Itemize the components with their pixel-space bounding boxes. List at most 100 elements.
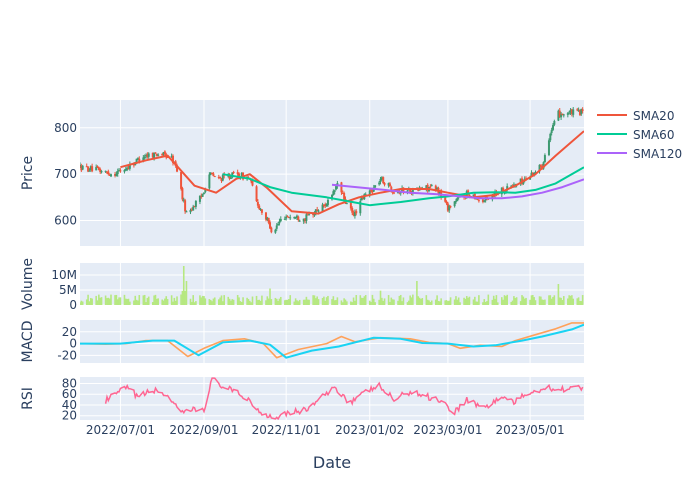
volume-bar: [562, 296, 565, 305]
candle-body: [297, 216, 300, 221]
candle-body: [157, 154, 160, 156]
candle-body: [449, 206, 452, 208]
macd-y-tick-label: 20: [62, 325, 77, 339]
price-axis-title: Price: [20, 156, 36, 190]
legend-label-sma60[interactable]: SMA60: [633, 128, 674, 142]
candle-body: [185, 211, 188, 213]
candle-body: [456, 198, 459, 202]
candle-body: [572, 109, 575, 115]
candle-body: [229, 177, 232, 179]
volume-bar: [515, 297, 518, 305]
volume-bar: [119, 297, 122, 305]
candle-body: [208, 174, 211, 189]
candle-body: [219, 176, 222, 178]
volume-bar: [166, 299, 169, 305]
candle-body: [345, 203, 348, 205]
candle-body: [351, 207, 354, 213]
volume-bar: [449, 297, 452, 305]
x-axis-title: Date: [313, 453, 351, 472]
volume-bar: [157, 298, 159, 305]
volume-bar: [544, 299, 546, 305]
candle-body: [109, 174, 112, 177]
legend-label-sma20[interactable]: SMA20: [633, 109, 674, 123]
candle-body: [115, 173, 118, 176]
candle-body: [378, 182, 381, 185]
candle-body: [116, 171, 119, 175]
volume-bar: [81, 301, 84, 305]
candle-body: [163, 151, 166, 155]
candle-body: [184, 200, 187, 212]
candle-body: [91, 166, 94, 172]
volume-bar: [412, 294, 414, 305]
legend-label-sma120[interactable]: SMA120: [633, 147, 682, 161]
legend[interactable]: SMA20 SMA60 SMA120: [597, 109, 682, 161]
volume-y-tick-label: 10M: [51, 268, 77, 282]
volume-bar: [355, 295, 358, 305]
volume-bar: [251, 296, 254, 305]
candle-body: [194, 200, 197, 207]
volume-bar: [270, 299, 273, 305]
volume-bar: [364, 295, 367, 305]
candle-body: [180, 172, 183, 189]
candle-body: [143, 156, 146, 158]
x-tick-label: 2023/01/02: [335, 423, 404, 437]
candle-body: [430, 185, 433, 187]
volume-bar: [129, 301, 131, 305]
volume-bar: [553, 295, 556, 305]
volume-bar: [478, 295, 480, 305]
volume-bar: [581, 295, 584, 305]
candle-body: [147, 153, 150, 157]
volume-bar: [204, 298, 207, 305]
candle-body: [213, 176, 216, 178]
candle-body: [308, 214, 311, 216]
price-y-tick-label: 600: [54, 214, 77, 228]
candle-body: [119, 170, 122, 172]
volume-bar: [176, 296, 178, 305]
volume-y-tick-label: 5M: [59, 283, 77, 297]
volume-y-tick-label: 0: [69, 298, 77, 312]
volume-bar: [440, 298, 442, 305]
x-tick-label: 2023/05/01: [496, 423, 565, 437]
candle-body: [560, 114, 563, 118]
volume-bar: [327, 295, 329, 305]
candle-body: [275, 225, 278, 229]
candle-body: [349, 202, 352, 209]
volume-bar: [289, 295, 292, 305]
volume-bar: [185, 281, 188, 305]
candle-body: [392, 192, 395, 194]
volume-bar: [308, 299, 310, 305]
candle-body: [256, 201, 259, 206]
volume-bar: [110, 294, 112, 305]
candle-body: [283, 218, 286, 220]
volume-bar: [525, 297, 527, 305]
candle-body: [81, 165, 84, 170]
volume-axis-title: Volume: [20, 258, 36, 310]
candle-body: [333, 190, 336, 192]
candle-body: [483, 200, 486, 202]
volume-bar: [572, 298, 575, 305]
candle-body: [258, 205, 261, 209]
candle-body: [543, 155, 546, 163]
candle-body: [379, 179, 382, 182]
candle-body: [382, 177, 385, 184]
candle-body: [212, 173, 215, 177]
candle-body: [100, 171, 103, 173]
candle-body: [277, 224, 280, 226]
price-panel-bg: [80, 100, 584, 246]
price-y-tick-label: 800: [54, 121, 77, 135]
volume-bar: [393, 299, 395, 305]
candle-body: [326, 199, 329, 205]
volume-bar: [506, 294, 508, 305]
candle-body: [547, 140, 550, 156]
rsi-axis-title: RSI: [20, 387, 36, 410]
candle-body: [201, 194, 204, 197]
candle-body: [445, 201, 448, 204]
volume-bar: [242, 297, 244, 305]
volume-bar: [496, 302, 499, 305]
volume-bar: [298, 299, 301, 305]
volume-bar: [232, 299, 235, 305]
volume-bar: [100, 297, 103, 305]
x-tick-label: 2022/09/01: [169, 423, 238, 437]
candle-body: [388, 183, 391, 187]
plot-layer: 600700800Price05M10MVolume-20020MACD2040…: [20, 100, 584, 437]
